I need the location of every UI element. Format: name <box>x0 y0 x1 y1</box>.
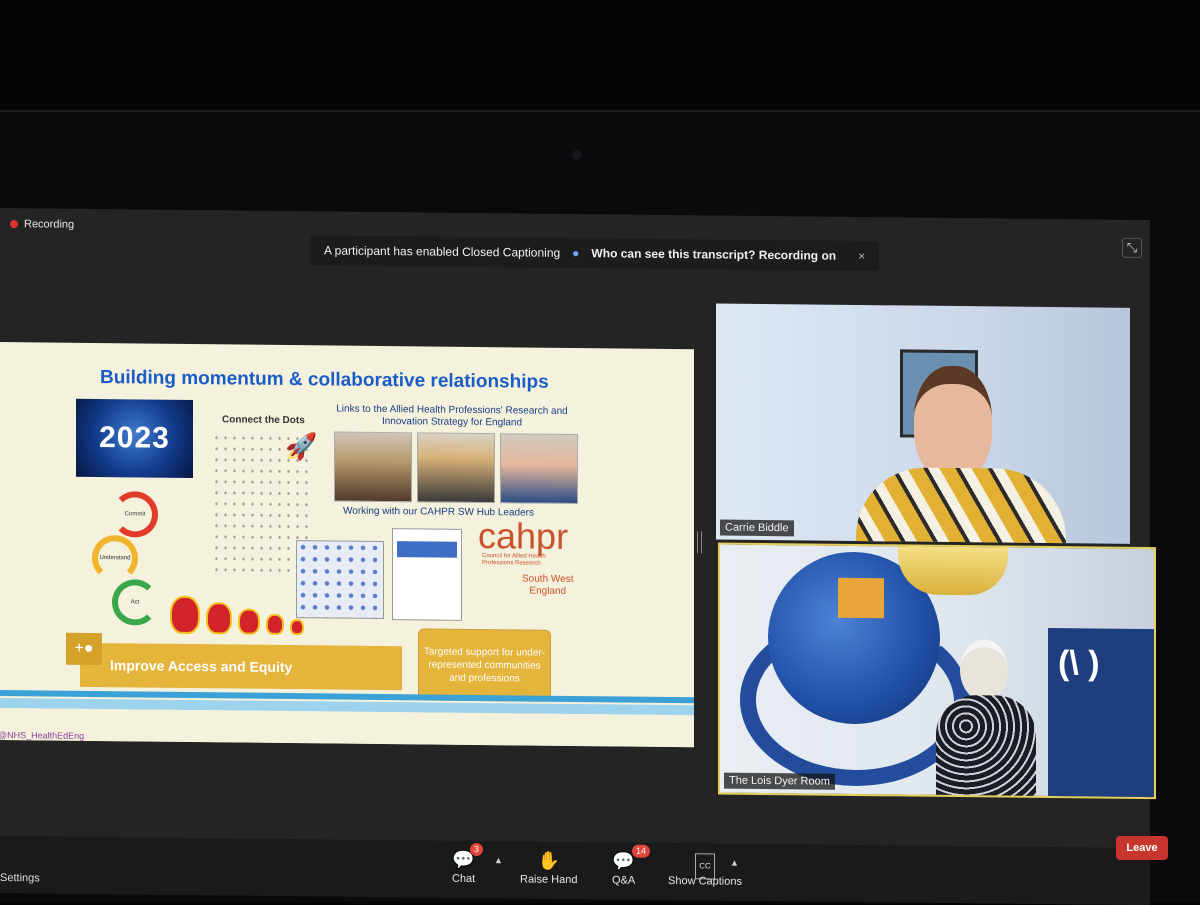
qa-unread-badge: 14 <box>632 844 651 858</box>
chat-options-chevron-icon[interactable]: ▲ <box>494 855 503 865</box>
qa-button[interactable]: 💬 Q&A <box>612 850 635 886</box>
participant-video-tile[interactable]: Carrie Biddle <box>716 303 1130 544</box>
improve-access-banner: Improve Access and Equity <box>80 642 402 691</box>
commit-understand-act-cycle: Commit Understand Act <box>90 491 170 632</box>
person-info-icon: ● <box>572 245 580 261</box>
cycle-act: Act <box>112 579 158 626</box>
participant-face <box>914 365 992 481</box>
participant-name-label: The Lois Dyer Room <box>724 772 835 790</box>
recording-label: Recording <box>24 218 75 231</box>
raise-hand-label: Raise Hand <box>520 873 578 887</box>
participant-name-label: Carrie Biddle <box>720 519 794 537</box>
hub-leader-photo-2 <box>417 432 495 504</box>
recording-indicator: Recording <box>10 218 74 231</box>
strategy-links-text: Links to the Allied Health Professions' … <box>318 403 586 430</box>
participant-body <box>856 466 1066 544</box>
slide-title: Building momentum & collaborative relati… <box>100 367 549 393</box>
raise-hand-button[interactable]: ✋ Raise Hand <box>520 849 577 886</box>
meeting-window: Recording A participant has enabled Clos… <box>0 208 1156 905</box>
connect-dots-title: Connect the Dots <box>222 414 305 427</box>
south-west-line-2: England <box>529 585 567 597</box>
globe-puzzle-piece <box>838 577 884 619</box>
doll-icon <box>170 595 200 635</box>
banner-message: A participant has enabled Closed Caption… <box>324 243 561 260</box>
doll-icon <box>238 608 260 635</box>
cycle-commit: Commit <box>112 491 158 538</box>
settings-button[interactable]: Settings <box>0 872 40 884</box>
captions-options-chevron-icon[interactable]: ▲ <box>730 858 739 868</box>
webcam-lens <box>572 150 582 160</box>
exit-fullscreen-icon[interactable]: ⤡ <box>1122 237 1142 258</box>
south-west-label: South West England <box>522 573 574 598</box>
record-dot-icon <box>10 220 18 229</box>
rocket-icon: 🚀 <box>285 430 318 462</box>
cycle-understand: Understand <box>92 534 138 582</box>
slide-footer <box>0 708 694 748</box>
shared-screen-slide: Building momentum & collaborative relati… <box>0 342 694 748</box>
leave-meeting-button[interactable]: Leave <box>1116 836 1168 860</box>
transcript-info-link[interactable]: Who can see this transcript? Recording o… <box>591 246 836 263</box>
room-wall-sign: (\ ) <box>1048 627 1156 800</box>
targeted-support-box: Targeted support for under-represented c… <box>418 628 551 702</box>
document-thumbnail <box>392 528 462 621</box>
show-captions-button[interactable]: CC Show Captions <box>668 851 742 888</box>
twitter-handle: @NHS_HealthEdEng <box>0 729 85 741</box>
splitter-handle[interactable] <box>697 531 702 554</box>
chat-label: Chat <box>452 872 476 885</box>
add-people-icon: +● <box>66 632 102 666</box>
participant-face <box>960 639 1008 702</box>
caption-notification-banner: A participant has enabled Closed Caption… <box>310 235 880 272</box>
year-2023-graphic: 2023 <box>76 398 193 479</box>
close-icon[interactable]: × <box>858 249 865 263</box>
people-grid-thumbnail <box>296 540 384 620</box>
hub-leader-photo-1 <box>334 431 412 503</box>
qa-label: Q&A <box>612 874 636 887</box>
doll-icon <box>206 602 232 635</box>
active-speaker-video-tile[interactable]: (\ ) The Lois Dyer Room <box>718 542 1156 800</box>
cahpr-subtitle: Council for Allied Health Professions Re… <box>482 553 546 567</box>
south-west-line-1: South West <box>522 573 574 586</box>
cahpr-logo: cahpr <box>478 515 569 557</box>
doll-icon <box>290 619 304 636</box>
chat-unread-badge: 3 <box>470 842 484 857</box>
doll-icon <box>266 613 284 635</box>
hand-icon: ✋ <box>537 850 560 871</box>
participant-body <box>936 694 1036 800</box>
nesting-dolls-graphic <box>170 595 304 636</box>
show-captions-label: Show Captions <box>668 874 742 888</box>
hub-leader-photo-3 <box>500 433 578 505</box>
meeting-toolbar: Settings 💬 Chat 3 ▲ ✋ Raise Hand 💬 Q&A 1… <box>0 836 1150 905</box>
